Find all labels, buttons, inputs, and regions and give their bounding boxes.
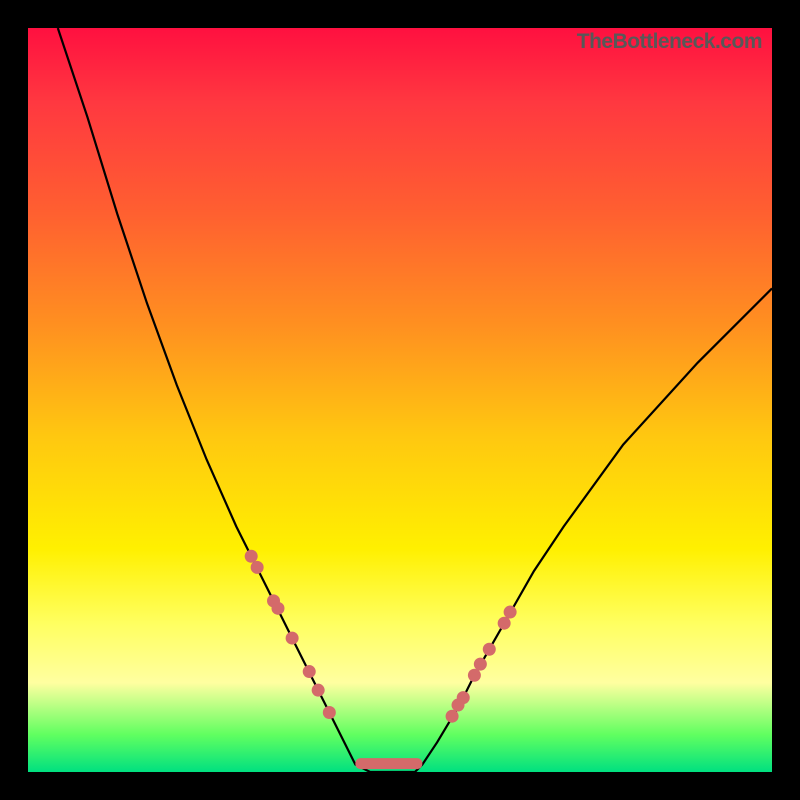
chart-frame: TheBottleneck.com xyxy=(0,0,800,800)
curve-marker xyxy=(468,669,481,682)
flat-segment-marker xyxy=(355,758,422,769)
curve-marker xyxy=(251,561,264,574)
plot-area: TheBottleneck.com xyxy=(28,28,772,772)
curve-marker xyxy=(483,643,496,656)
curve-marker xyxy=(457,691,470,704)
curve-marker xyxy=(271,602,284,615)
curve-line xyxy=(58,28,772,772)
bottleneck-curve xyxy=(28,28,772,772)
curve-marker xyxy=(303,665,316,678)
curve-marker xyxy=(504,606,517,619)
curve-marker xyxy=(474,658,487,671)
curve-marker xyxy=(498,617,511,630)
curve-marker xyxy=(446,710,459,723)
curve-marker xyxy=(323,706,336,719)
curve-markers-right xyxy=(446,606,517,723)
curve-marker xyxy=(312,684,325,697)
curve-markers-left xyxy=(245,550,336,719)
curve-marker xyxy=(245,550,258,563)
curve-marker xyxy=(286,632,299,645)
